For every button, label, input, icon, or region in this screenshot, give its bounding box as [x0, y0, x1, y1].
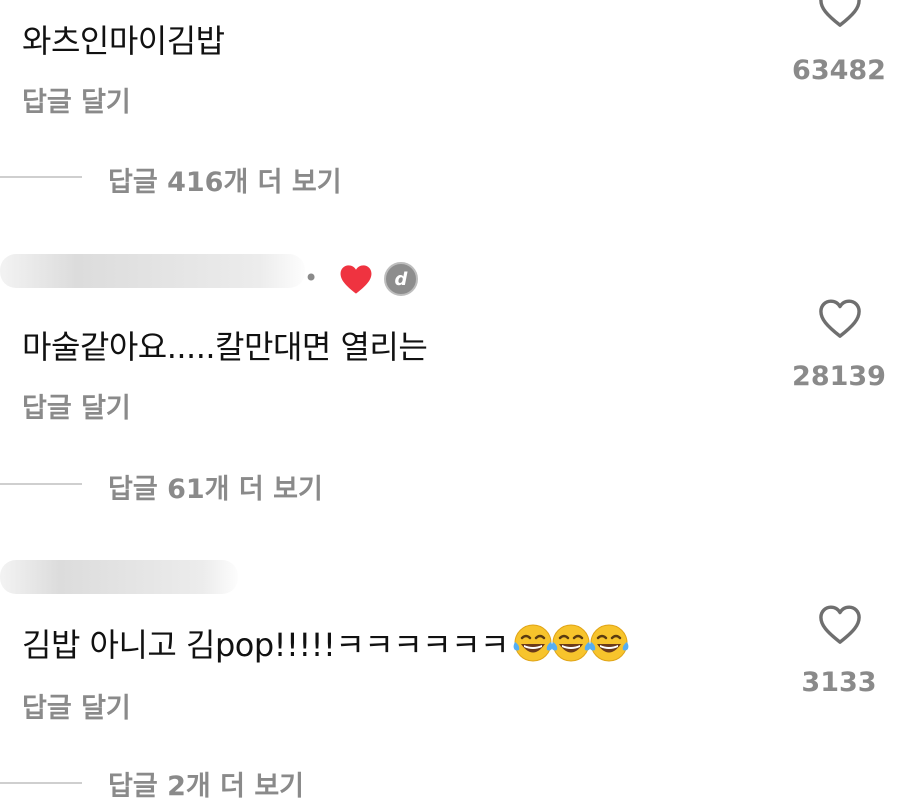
view-replies-button[interactable]: 답글 416개 더 보기 [108, 160, 342, 199]
comment-text: 마술같아요.....칼만대면 열리는 [22, 328, 428, 366]
divider-line [0, 782, 82, 784]
like-button[interactable] [817, 297, 863, 343]
username-redacted[interactable] [0, 560, 238, 594]
like-count: 3133 [801, 667, 877, 698]
view-replies-button[interactable]: 답글 2개 더 보기 [108, 764, 304, 803]
like-count: 28139 [792, 361, 886, 392]
comment-text: 김밥 아니고 김pop!!!!!ㅋㅋㅋㅋㅋㅋ [22, 626, 509, 664]
like-button[interactable] [817, 0, 863, 32]
comment-text: 와츠인마이김밥 [22, 22, 225, 60]
face-with-tears-of-joy-icon [589, 624, 629, 662]
view-replies-button[interactable]: 답글 61개 더 보기 [108, 467, 323, 506]
creator-avatar: d [384, 262, 418, 296]
comment-body: 김밥 아니고 김pop!!!!!ㅋㅋㅋㅋㅋㅋ [22, 620, 631, 666]
emoji-group [511, 621, 631, 665]
heart-outline-icon [819, 0, 861, 27]
divider-line [0, 483, 82, 485]
heart-filled-icon [340, 265, 372, 294]
like-count: 63482 [792, 55, 886, 86]
reply-button[interactable]: 답글 달기 [22, 80, 131, 119]
heart-outline-icon [819, 299, 861, 338]
like-button[interactable] [817, 603, 863, 649]
dot-separator: • [304, 264, 319, 292]
divider-line [0, 176, 82, 178]
username-redacted[interactable] [0, 254, 305, 288]
heart-outline-icon [819, 605, 861, 644]
reply-button[interactable]: 답글 달기 [22, 686, 131, 725]
reply-button[interactable]: 답글 달기 [22, 386, 131, 425]
